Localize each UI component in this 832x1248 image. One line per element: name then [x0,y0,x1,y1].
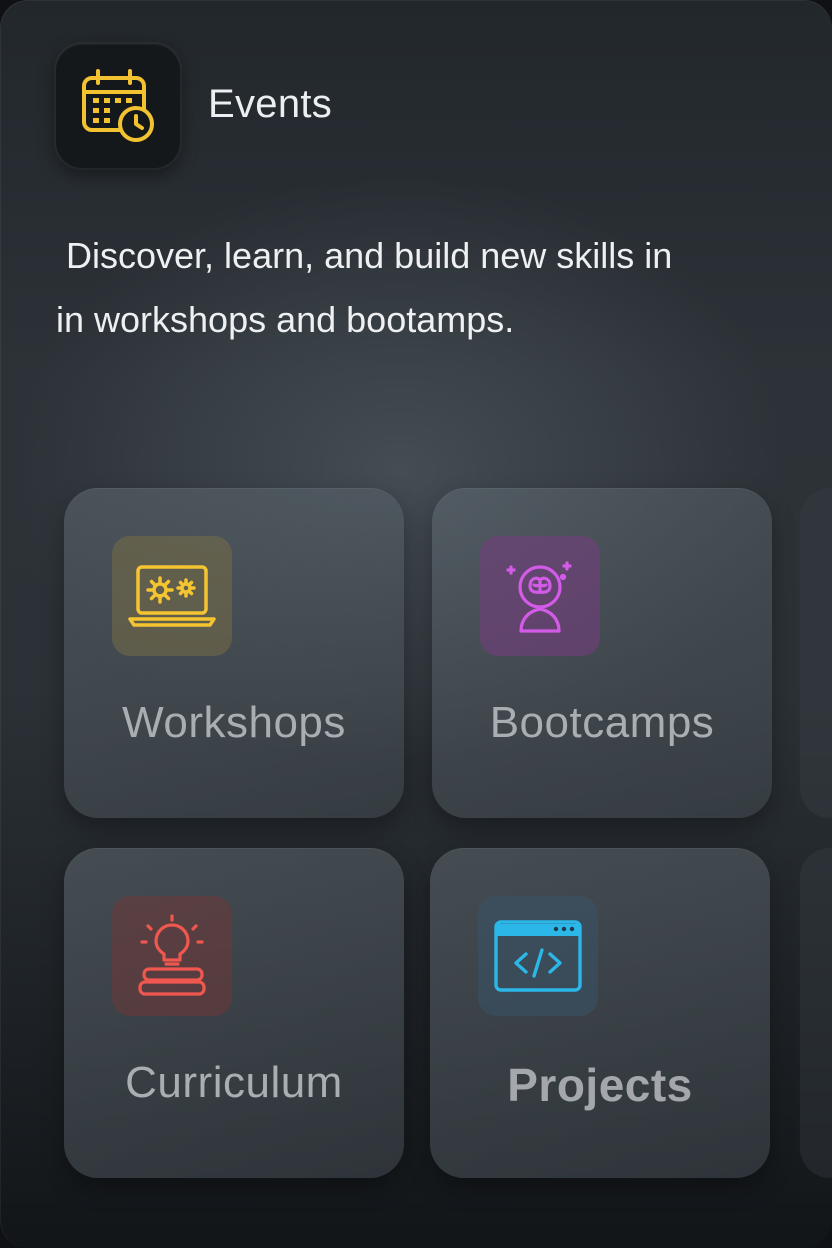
events-panel: Events Discover, learn, and build new sk… [0,0,832,1248]
description-text: Discover, learn, and build new skills in… [56,235,673,340]
bootcamps-icon-box [480,536,600,656]
brain-head-icon [506,561,572,633]
lightbulb-books-icon [138,914,206,996]
bootcamps-tile[interactable]: Bootcamps [432,488,772,818]
workshops-icon-box [112,536,232,656]
partial-tile-edge [800,488,832,818]
curriculum-tile[interactable]: Curriculum [64,848,404,1178]
events-app-icon[interactable] [56,44,180,168]
curriculum-icon-box [112,896,232,1016]
workshops-tile[interactable]: Workshops [64,488,404,818]
projects-tile[interactable]: Projects [430,848,770,1178]
laptop-gears-icon [128,565,216,627]
partial-tile-edge [800,848,832,1178]
tile-label: Projects [507,1059,693,1111]
calendar-clock-icon [82,69,154,142]
browser-code-icon [494,920,582,992]
projects-icon-box [478,896,598,1016]
tile-label: Workshops [122,698,346,747]
tile-label: Bootcamps [489,698,715,747]
tile-label: Curriculum [125,1058,343,1107]
page-title: Events [208,82,333,126]
